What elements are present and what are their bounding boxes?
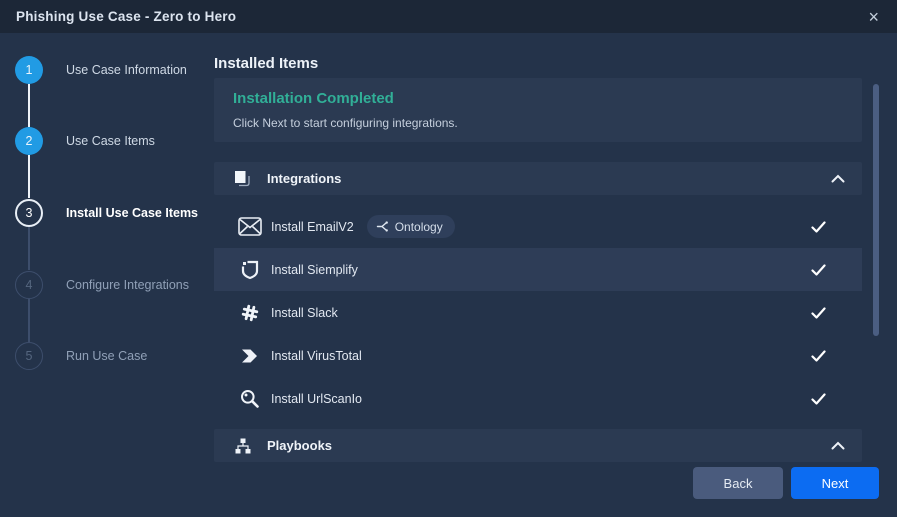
section-label: Integrations [267,171,341,186]
step-use-case-items[interactable]: 2 Use Case Items [15,127,155,155]
step-label: Configure Integrations [66,278,189,292]
installation-banner: Installation Completed Click Next to sta… [214,78,862,142]
step-label: Install Use Case Items [66,206,198,220]
step-number-badge: 2 [15,127,43,155]
next-button[interactable]: Next [791,467,879,499]
step-configure-integrations[interactable]: 4 Configure Integrations [15,271,189,299]
integration-label: Install Siemplify [271,263,358,277]
banner-title: Installation Completed [233,90,843,107]
stepper-connector [28,227,30,270]
integration-label: Install Slack [271,306,338,320]
chevron-up-icon[interactable] [829,439,847,452]
integration-row-emailv2[interactable]: Install EmailV2 Ontology [214,205,862,248]
step-number-badge: 1 [15,56,43,84]
slack-icon [236,304,263,322]
urlscan-magnifier-icon [236,389,263,409]
back-button[interactable]: Back [693,467,783,499]
installed-check-icon [811,221,826,233]
banner-subtitle: Click Next to start configuring integrat… [233,116,843,130]
ontology-branch-icon [376,220,389,233]
step-install-use-case-items[interactable]: 3 Install Use Case Items [15,199,198,227]
integration-row-slack[interactable]: Install Slack [214,291,862,334]
chevron-up-icon[interactable] [829,172,847,185]
integration-row-siemplify[interactable]: Install Siemplify [214,248,862,291]
step-number-badge: 5 [15,342,43,370]
integrations-layers-icon [229,170,256,187]
badge-label: Ontology [395,220,443,234]
step-label: Run Use Case [66,349,147,363]
stepper-connector [28,155,30,198]
installed-check-icon [811,393,826,405]
step-number-badge: 3 [15,199,43,227]
step-number-badge: 4 [15,271,43,299]
step-label: Use Case Items [66,134,155,148]
stepper-connector [28,84,30,127]
integration-row-urlscanio[interactable]: Install UrlScanIo [214,377,862,420]
dialog-title: Phishing Use Case - Zero to Hero [16,9,236,24]
integration-row-virustotal[interactable]: Install VirusTotal [214,334,862,377]
integration-label: Install VirusTotal [271,349,362,363]
step-use-case-information[interactable]: 1 Use Case Information [15,56,187,84]
step-run-use-case[interactable]: 5 Run Use Case [15,342,147,370]
page-title: Installed Items [214,55,318,72]
integration-label: Install EmailV2 [271,220,354,234]
close-icon[interactable]: × [866,8,881,26]
titlebar: Phishing Use Case - Zero to Hero × [0,0,897,33]
installed-check-icon [811,264,826,276]
section-header-integrations[interactable]: Integrations [214,162,862,195]
integration-label: Install UrlScanIo [271,392,362,406]
section-label: Playbooks [267,438,332,453]
email-icon [236,217,263,236]
installed-check-icon [811,350,826,362]
section-header-playbooks[interactable]: Playbooks [214,429,862,462]
siemplify-shield-icon [236,260,263,280]
step-label: Use Case Information [66,63,187,77]
installed-check-icon [811,307,826,319]
playbooks-hierarchy-icon [229,438,256,454]
virustotal-icon [236,346,263,366]
ontology-badge: Ontology [367,215,455,238]
stepper-connector [28,299,30,342]
vertical-scrollbar-thumb[interactable] [873,84,879,336]
